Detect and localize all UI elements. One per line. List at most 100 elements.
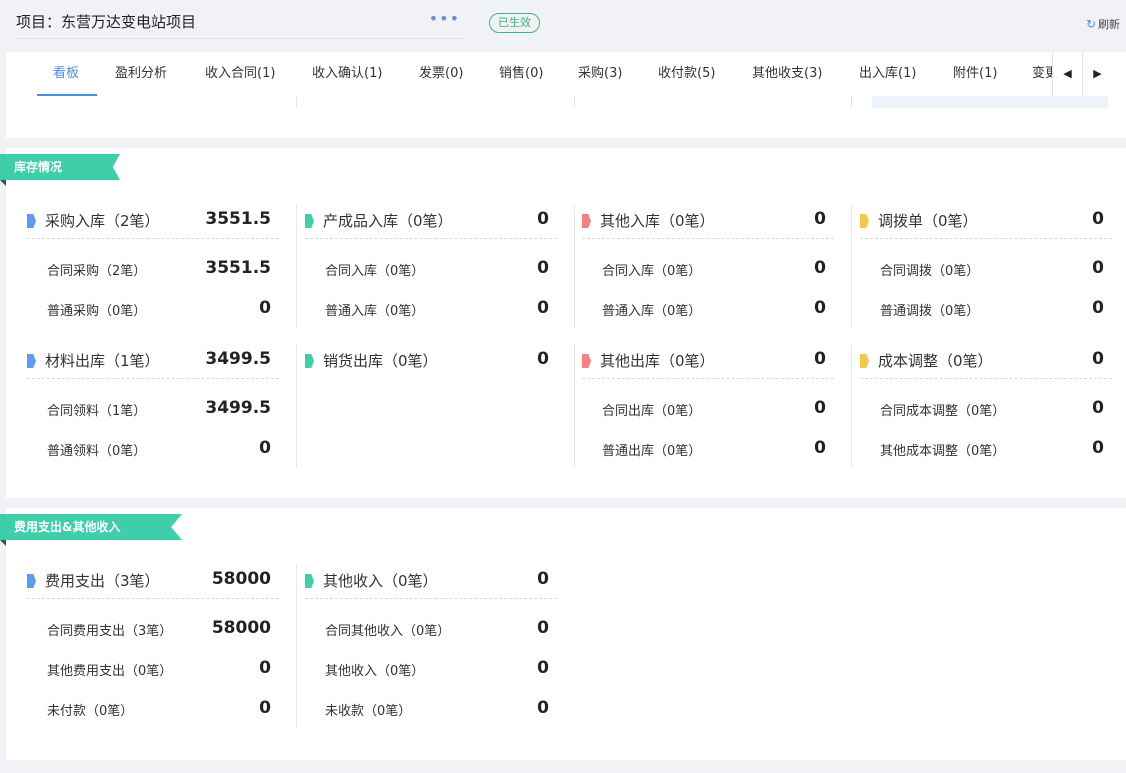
flag-icon bbox=[305, 574, 314, 588]
detail-row[interactable]: 普通出库（0笔） 0 bbox=[602, 438, 834, 459]
row-label: 其他成本调整（0笔） bbox=[880, 444, 1006, 459]
card-total: 0 bbox=[1092, 349, 1104, 369]
row-label: 合同费用支出（3笔） bbox=[47, 624, 173, 639]
detail-row[interactable]: 其他收入（0笔） 0 bbox=[325, 658, 557, 679]
card-title: 费用支出（3笔） bbox=[45, 572, 160, 590]
tab-profit-analysis[interactable]: 盈利分析 bbox=[115, 52, 167, 96]
tab-changes[interactable]: 变更 bbox=[1032, 52, 1052, 96]
tab-income-contract[interactable]: 收入合同(1) bbox=[205, 52, 275, 96]
row-value: 0 bbox=[814, 398, 826, 418]
card-header[interactable]: 调拨单（0笔） 0 bbox=[860, 205, 1112, 239]
detail-row[interactable]: 普通领料（0笔） 0 bbox=[47, 438, 279, 459]
row-value: 0 bbox=[259, 438, 271, 458]
detail-row[interactable]: 合同出库（0笔） 0 bbox=[602, 398, 834, 419]
detail-row[interactable]: 其他费用支出（0笔） 0 bbox=[47, 658, 279, 679]
card-title: 其他出库（0笔） bbox=[600, 352, 715, 370]
card-header[interactable]: 其他出库（0笔） 0 bbox=[582, 345, 834, 379]
row-value: 0 bbox=[814, 438, 826, 458]
card-title: 其他收入（0笔） bbox=[323, 572, 438, 590]
card-header[interactable]: 成本调整（0笔） 0 bbox=[860, 345, 1112, 379]
detail-row[interactable]: 合同费用支出（3笔） 58000 bbox=[47, 618, 279, 639]
flag-icon bbox=[27, 214, 36, 228]
detail-row[interactable]: 合同入库（0笔） 0 bbox=[325, 258, 557, 279]
flag-icon bbox=[27, 354, 36, 368]
detail-row[interactable]: 合同调拨（0笔） 0 bbox=[880, 258, 1112, 279]
detail-row[interactable]: 普通调拨（0笔） 0 bbox=[880, 298, 1112, 319]
tab-prev-icon[interactable]: ◀ bbox=[1052, 52, 1082, 96]
detail-row[interactable]: 合同成本调整（0笔） 0 bbox=[880, 398, 1112, 419]
tab-sales[interactable]: 销售(0) bbox=[499, 52, 543, 96]
row-label: 未收款（0笔） bbox=[325, 704, 412, 719]
card-total: 58000 bbox=[211, 569, 271, 589]
tab-attachments[interactable]: 附件(1) bbox=[953, 52, 997, 96]
card-total: 0 bbox=[537, 209, 549, 229]
page-header: 项目：东营万达变电站项目 ••• 已生效 ↻ 刷新 bbox=[0, 0, 1126, 48]
flag-icon bbox=[305, 214, 314, 228]
divider bbox=[851, 96, 852, 108]
detail-row[interactable]: 合同入库（0笔） 0 bbox=[602, 258, 834, 279]
tabs-panel: 看板 盈利分析 收入合同(1) 收入确认(1) 发票(0) 销售(0) 采购(3… bbox=[6, 52, 1126, 138]
row-label: 合同出库（0笔） bbox=[602, 404, 702, 419]
tab-income-confirm[interactable]: 收入确认(1) bbox=[312, 52, 382, 96]
row-value: 0 bbox=[1092, 398, 1104, 418]
active-tab-indicator bbox=[37, 94, 97, 96]
tab-dashboard[interactable]: 看板 bbox=[53, 52, 79, 96]
project-selector[interactable]: 项目：东营万达变电站项目 ••• bbox=[16, 9, 464, 39]
row-value: 0 bbox=[537, 698, 549, 718]
divider bbox=[574, 96, 575, 108]
tab-payments[interactable]: 收付款(5) bbox=[658, 52, 715, 96]
card-total: 3499.5 bbox=[205, 349, 271, 369]
tab-stock-in-out[interactable]: 出入库(1) bbox=[859, 52, 916, 96]
detail-row[interactable]: 合同领料（1笔） 3499.5 bbox=[47, 398, 279, 419]
detail-row[interactable]: 其他成本调整（0笔） 0 bbox=[880, 438, 1112, 459]
more-icon[interactable]: ••• bbox=[429, 9, 460, 28]
row-value: 0 bbox=[1092, 258, 1104, 278]
row-value: 3551.5 bbox=[205, 258, 271, 278]
tab-purchase[interactable]: 采购(3) bbox=[578, 52, 622, 96]
row-label: 合同其他收入（0笔） bbox=[325, 624, 451, 639]
row-value: 0 bbox=[1092, 298, 1104, 318]
card-header[interactable]: 材料出库（1笔） 3499.5 bbox=[27, 345, 279, 379]
row-label: 普通入库（0笔） bbox=[602, 304, 702, 319]
flag-icon bbox=[305, 354, 314, 368]
detail-row[interactable]: 普通入库（0笔） 0 bbox=[325, 298, 557, 319]
row-label: 普通采购（0笔） bbox=[47, 304, 147, 319]
card-header[interactable]: 销货出库（0笔） 0 bbox=[305, 345, 557, 379]
row-value: 0 bbox=[259, 698, 271, 718]
row-label: 未付款（0笔） bbox=[47, 704, 134, 719]
detail-row[interactable]: 普通入库（0笔） 0 bbox=[602, 298, 834, 319]
status-badge: 已生效 bbox=[489, 13, 540, 33]
detail-row[interactable]: 合同采购（2笔） 3551.5 bbox=[47, 258, 279, 279]
row-value: 0 bbox=[537, 298, 549, 318]
inventory-section: 库存情况 采购入库（2笔） 3551.5 合同采购（2笔） 3551.5 普通采… bbox=[0, 148, 1126, 498]
card-header[interactable]: 其他入库（0笔） 0 bbox=[582, 205, 834, 239]
row-value: 3499.5 bbox=[205, 398, 271, 418]
row-label: 合同领料（1笔） bbox=[47, 404, 147, 419]
row-value: 0 bbox=[259, 298, 271, 318]
card-header[interactable]: 采购入库（2笔） 3551.5 bbox=[27, 205, 279, 239]
refresh-button[interactable]: ↻ 刷新 bbox=[1086, 16, 1120, 32]
flag-icon bbox=[860, 354, 869, 368]
row-label: 合同调拨（0笔） bbox=[880, 264, 980, 279]
card-header[interactable]: 费用支出（3笔） 58000 bbox=[27, 565, 279, 599]
card-total: 0 bbox=[814, 349, 826, 369]
detail-row[interactable]: 合同其他收入（0笔） 0 bbox=[325, 618, 557, 639]
card-title: 采购入库（2笔） bbox=[45, 212, 160, 230]
tab-content-strip bbox=[872, 96, 1108, 108]
card-header[interactable]: 其他收入（0笔） 0 bbox=[305, 565, 557, 599]
tab-invoice[interactable]: 发票(0) bbox=[419, 52, 463, 96]
card-header[interactable]: 产成品入库（0笔） 0 bbox=[305, 205, 557, 239]
tab-bar: 看板 盈利分析 收入合同(1) 收入确认(1) 发票(0) 销售(0) 采购(3… bbox=[6, 52, 1052, 96]
row-label: 合同入库（0笔） bbox=[325, 264, 425, 279]
tab-other-income-expense[interactable]: 其他收支(3) bbox=[752, 52, 822, 96]
card-title: 产成品入库（0笔） bbox=[323, 212, 453, 230]
tab-next-icon[interactable]: ▶ bbox=[1082, 52, 1112, 96]
detail-row[interactable]: 未付款（0笔） 0 bbox=[47, 698, 279, 719]
card-title: 销货出库（0笔） bbox=[323, 352, 438, 370]
flag-icon bbox=[860, 214, 869, 228]
column-divider bbox=[574, 344, 575, 468]
card-title: 调拨单（0笔） bbox=[878, 212, 978, 230]
detail-row[interactable]: 普通采购（0笔） 0 bbox=[47, 298, 279, 319]
row-label: 其他收入（0笔） bbox=[325, 664, 425, 679]
detail-row[interactable]: 未收款（0笔） 0 bbox=[325, 698, 557, 719]
